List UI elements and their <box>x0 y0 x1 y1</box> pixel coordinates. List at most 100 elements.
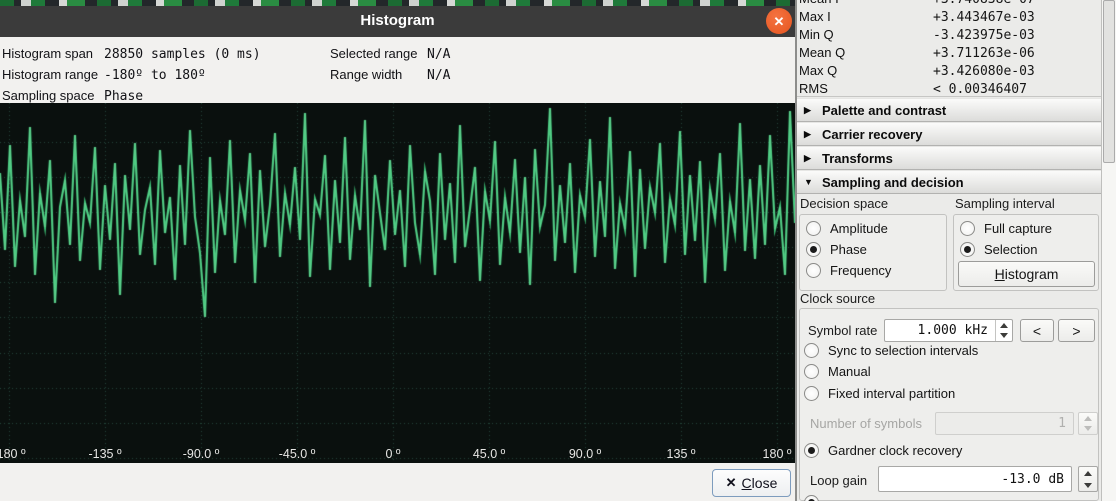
sampling-interval-label: Sampling interval <box>955 196 1055 211</box>
info-value: -180º to 180º <box>104 68 206 83</box>
x-tick-label: 45.0 º <box>473 447 505 461</box>
measurement-row: Mean I+3.740838e-07 <box>799 0 1099 8</box>
info-label: Histogram span <box>2 43 104 64</box>
spin-up-icon[interactable] <box>996 320 1012 331</box>
radio-fixed-interval-partition[interactable]: Fixed interval partition <box>804 386 955 401</box>
section-label: Transforms <box>822 151 893 166</box>
radio-amplitude[interactable]: Amplitude <box>806 221 888 236</box>
sidebar-scrollbar[interactable] <box>1101 0 1116 501</box>
x-tick-label: 135 º <box>667 447 696 461</box>
scrollbar-handle[interactable] <box>1103 0 1115 163</box>
info-value: 28850 samples (0 ms) <box>104 47 261 62</box>
spin-down-icon[interactable] <box>996 331 1012 342</box>
chevron-down-icon: ▼ <box>804 177 814 187</box>
radio-full-capture[interactable]: Full capture <box>960 221 1052 236</box>
x-tick-label: -135 º <box>88 447 121 461</box>
histogram-plot-area: -180 º -135 º -90.0 º -45.0 º 0 º 45.0 º 90.0 … <box>0 103 795 463</box>
info-value: Phase <box>104 89 143 104</box>
dialog-titlebar[interactable]: Histogram ✕ <box>0 6 795 37</box>
radio-selection[interactable]: Selection <box>960 242 1037 257</box>
loop-gain-spinbox[interactable]: -13.0 dB <box>878 466 1072 492</box>
section-label: Sampling and decision <box>822 175 964 190</box>
chevron-right-icon: ▶ <box>804 129 814 140</box>
section-label: Carrier recovery <box>822 127 922 142</box>
symbol-rate-label: Symbol rate <box>808 323 877 338</box>
close-x-icon: ✕ <box>726 475 737 491</box>
chevron-right-icon: ▶ <box>804 153 814 164</box>
clock-source-label: Clock source <box>800 291 875 306</box>
histogram-dialog: Histogram ✕ Histogram span28850 samples … <box>0 6 795 501</box>
window-close-button[interactable]: ✕ <box>766 8 792 34</box>
radio-icon[interactable] <box>804 495 819 501</box>
info-row: Histogram range-180º to 180º <box>2 64 261 85</box>
histogram-plot-canvas <box>0 103 795 463</box>
radio-icon[interactable] <box>804 386 819 401</box>
radio-icon[interactable] <box>960 221 975 236</box>
dialog-footer: ✕ Close <box>0 463 795 501</box>
chevron-right-icon: ▶ <box>804 105 814 116</box>
histogram-info-panel: Histogram span28850 samples (0 ms) Histo… <box>0 37 795 103</box>
info-value: N/A <box>427 68 450 83</box>
measurement-row: Max I+3.443467e-03 <box>799 8 1099 26</box>
symbol-rate-decrease-button[interactable]: < <box>1020 319 1054 342</box>
spin-down-icon <box>1079 424 1097 435</box>
section-carrier-recovery[interactable]: ▶ Carrier recovery <box>797 122 1101 146</box>
symbol-rate-spinbox[interactable]: 1.000 kHz <box>884 319 1013 342</box>
number-of-symbols-label: Number of symbols <box>810 416 922 431</box>
close-button[interactable]: ✕ Close <box>712 469 791 497</box>
measurement-row: Max Q+3.426080e-03 <box>799 62 1099 80</box>
radio-icon[interactable] <box>806 263 821 278</box>
inspector-sidebar: Mean I+3.740838e-07 Max I+3.443467e-03 M… <box>795 0 1116 501</box>
info-row: Range widthN/A <box>330 64 450 85</box>
loop-gain-label: Loop gain <box>810 473 867 488</box>
section-transforms[interactable]: ▶ Transforms <box>797 146 1101 170</box>
loop-gain-value: -13.0 dB <box>879 467 1071 491</box>
section-label: Palette and contrast <box>822 103 946 118</box>
radio-icon[interactable] <box>806 242 821 257</box>
info-label: Range width <box>330 64 427 85</box>
symbol-rate-value: 1.000 kHz <box>885 320 995 341</box>
radio-frequency[interactable]: Frequency <box>806 263 891 278</box>
radio-manual[interactable]: Manual <box>804 364 871 379</box>
measurement-row: Min Q-3.423975e-03 <box>799 26 1099 44</box>
number-of-symbols-spinbox: 1 <box>935 412 1074 435</box>
info-label: Selected range <box>330 43 427 64</box>
spin-down-icon[interactable] <box>1079 479 1097 491</box>
radio-icon[interactable] <box>806 221 821 236</box>
section-sampling-and-decision[interactable]: ▼ Sampling and decision <box>797 170 1101 194</box>
spin-up-icon[interactable] <box>1079 467 1097 479</box>
x-tick-label: 0 º <box>386 447 401 461</box>
measurement-row: Mean Q+3.711263e-06 <box>799 44 1099 62</box>
signal-measurements: Mean I+3.740838e-07 Max I+3.443467e-03 M… <box>799 0 1099 98</box>
info-label: Histogram range <box>2 64 104 85</box>
radio-partial-cutoff[interactable] <box>804 495 819 501</box>
radio-gardner-clock-recovery[interactable]: Gardner clock recovery <box>804 443 962 458</box>
radio-phase[interactable]: Phase <box>806 242 867 257</box>
loop-gain-spinner[interactable] <box>1078 466 1098 492</box>
x-tick-label: 90.0 º <box>569 447 601 461</box>
spin-up-icon <box>1079 413 1097 424</box>
dialog-title: Histogram <box>0 6 795 36</box>
x-tick-label: -180 º <box>0 447 26 461</box>
number-of-symbols-spinner <box>1078 412 1098 435</box>
x-tick-label: -90.0 º <box>183 447 220 461</box>
info-value: N/A <box>427 47 450 62</box>
histogram-button[interactable]: Histogram <box>958 261 1095 287</box>
section-palette-and-contrast[interactable]: ▶ Palette and contrast <box>797 98 1101 122</box>
spin-arrows <box>995 320 1012 341</box>
x-tick-label: 180 º <box>763 447 792 461</box>
radio-icon[interactable] <box>804 343 819 358</box>
close-x-icon: ✕ <box>774 15 785 28</box>
close-button-label: Close <box>742 475 778 491</box>
info-row: Selected rangeN/A <box>330 43 450 64</box>
symbol-rate-increase-button[interactable]: > <box>1058 319 1095 342</box>
decision-space-label: Decision space <box>800 196 888 211</box>
number-of-symbols-value: 1 <box>936 413 1073 434</box>
x-tick-label: -45.0 º <box>279 447 316 461</box>
radio-icon[interactable] <box>804 364 819 379</box>
radio-icon[interactable] <box>804 443 819 458</box>
radio-sync-to-selection-intervals[interactable]: Sync to selection intervals <box>804 343 978 358</box>
divider <box>797 96 1101 97</box>
info-row: Histogram span28850 samples (0 ms) <box>2 43 261 64</box>
radio-icon[interactable] <box>960 242 975 257</box>
